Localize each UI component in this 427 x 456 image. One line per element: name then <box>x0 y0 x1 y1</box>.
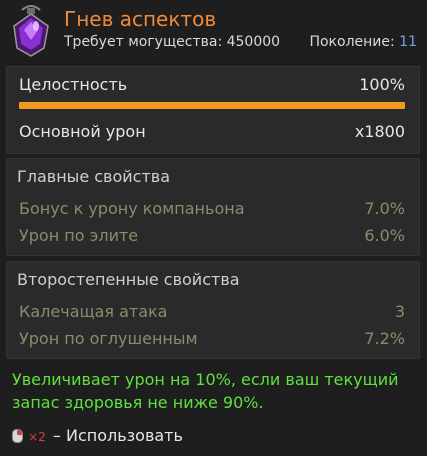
property-value: 7.2% <box>364 329 405 348</box>
base-damage-value: x1800 <box>354 122 405 141</box>
item-description: Увеличивает урон на 10%, если ваш текущи… <box>12 370 399 412</box>
stats-panel: Целостность 100% Основной урон x1800 <box>6 66 420 154</box>
purple-gem-icon <box>13 5 49 57</box>
property-value: 6.0% <box>364 226 405 245</box>
secondary-properties-header: Второстепенные свойства <box>17 270 240 289</box>
property-value: 7.0% <box>364 199 405 218</box>
generation: Поколение: 11 <box>309 34 417 50</box>
main-properties-panel: Главные свойства Бонус к урону компаньон… <box>6 158 420 256</box>
power-requirement: Требует могущества: 450000 <box>64 34 281 50</box>
base-damage-label: Основной урон <box>19 122 146 141</box>
property-row: Урон по элите 6.0% <box>19 226 405 245</box>
property-label: Калечащая атака <box>19 302 168 321</box>
main-properties-header: Главные свойства <box>17 167 171 186</box>
secondary-properties-panel: Второстепенные свойства Калечащая атака … <box>6 261 420 359</box>
base-damage-row: Основной урон x1800 <box>19 122 405 141</box>
tooltip-header: Гнев аспектов Требует могущества: 450000… <box>0 0 427 62</box>
property-row: Калечащая атака 3 <box>19 302 405 321</box>
property-value: 3 <box>394 302 405 321</box>
generation-value: 11 <box>399 34 417 50</box>
usage-hint[interactable]: ×2 – Использовать <box>12 426 183 445</box>
integrity-bar <box>19 102 405 109</box>
property-row: Бонус к урону компаньона 7.0% <box>19 199 405 218</box>
property-label: Урон по оглушенным <box>19 329 198 348</box>
generation-label: Поколение: <box>309 34 395 50</box>
integrity-label: Целостность <box>19 75 128 94</box>
integrity-row: Целостность 100% <box>19 75 405 94</box>
property-label: Бонус к урону компаньона <box>19 199 245 218</box>
usage-label: – Использовать <box>52 426 183 445</box>
property-label: Урон по элите <box>19 226 139 245</box>
property-row: Урон по оглушенным 7.2% <box>19 329 405 348</box>
mouse-right-click-icon <box>12 429 23 443</box>
click-multiplier: ×2 <box>28 430 46 444</box>
integrity-value: 100% <box>359 75 405 94</box>
item-tooltip: Гнев аспектов Требует могущества: 450000… <box>0 0 427 456</box>
item-title: Гнев аспектов <box>64 7 217 31</box>
